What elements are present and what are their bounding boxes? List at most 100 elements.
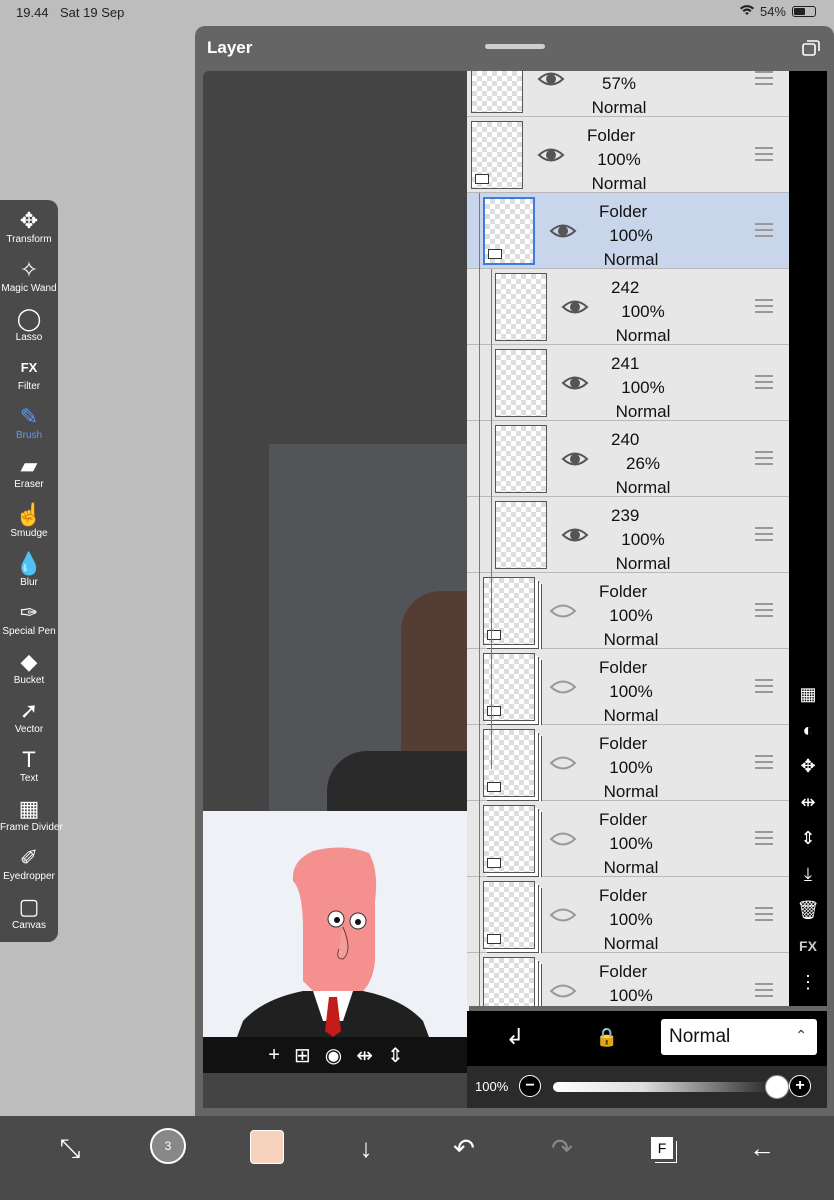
redo-icon[interactable]: ↷: [542, 1128, 582, 1168]
canvas-view[interactable]: + ⊞ ◉ ⇹ ⇕: [203, 71, 469, 1108]
drag-handle-icon[interactable]: [755, 223, 773, 237]
layer-row[interactable]: 239 100% Normal: [467, 497, 789, 573]
drag-handle-icon[interactable]: [755, 375, 773, 389]
tool-filter[interactable]: FX Filter: [0, 353, 58, 401]
drag-handle-icon[interactable]: [755, 527, 773, 541]
layers-icon[interactable]: F: [642, 1128, 682, 1168]
layer-thumbnail: [471, 71, 523, 113]
drag-handle-icon[interactable]: [755, 299, 773, 313]
move-icon[interactable]: ✥: [793, 751, 823, 781]
invert-icon[interactable]: ◐: [793, 715, 823, 745]
eye-hidden-icon[interactable]: [549, 901, 577, 929]
blend-mode-select[interactable]: Normal ⌃: [661, 1019, 817, 1055]
opacity-slider[interactable]: [553, 1082, 777, 1092]
tool-frame-divider[interactable]: ▦ Frame Divider: [0, 794, 63, 842]
layer-row[interactable]: Folder100%Normal: [467, 193, 789, 269]
eye-icon[interactable]: [549, 217, 577, 245]
layer-list[interactable]: 57% Normal Folder 100% Normal Folder 100% Norma…: [467, 71, 789, 1006]
layer-row[interactable]: Folder100%Normal: [467, 953, 789, 1006]
layer-row[interactable]: Folder100%Normal: [467, 801, 789, 877]
eye-icon[interactable]: [561, 293, 589, 321]
trash-icon[interactable]: 🗑: [793, 895, 823, 925]
tool-text[interactable]: T Text: [0, 745, 58, 793]
opacity-slider-knob[interactable]: [765, 1075, 789, 1099]
fx-icon[interactable]: FX: [793, 931, 823, 961]
drag-handle-icon[interactable]: [755, 983, 773, 997]
add-folder-icon[interactable]: ⊞: [294, 1043, 311, 1068]
tool-eyedropper[interactable]: ✐ Eyedropper: [0, 843, 58, 891]
drag-handle-icon[interactable]: [755, 71, 773, 85]
drag-handle-icon[interactable]: [755, 679, 773, 693]
camera-icon[interactable]: ◉: [325, 1043, 342, 1068]
window-icon[interactable]: [802, 40, 820, 56]
layer-row[interactable]: 240 26% Normal: [467, 421, 789, 497]
color-swatch[interactable]: [250, 1130, 284, 1164]
eye-hidden-icon[interactable]: [549, 749, 577, 777]
alpha-lock-button[interactable]: 🔒: [595, 1025, 619, 1049]
eye-icon[interactable]: [561, 369, 589, 397]
folder-icon: [487, 782, 501, 792]
tool-vector[interactable]: ➚ Vector: [0, 696, 58, 744]
drag-handle-icon[interactable]: [755, 831, 773, 845]
drag-handle-icon[interactable]: [755, 147, 773, 161]
back-icon[interactable]: ←: [742, 1128, 782, 1168]
eye-icon[interactable]: [561, 445, 589, 473]
drag-handle-icon[interactable]: [755, 907, 773, 921]
download-icon[interactable]: ↓: [346, 1128, 386, 1168]
flip-horizontal-icon[interactable]: ⇹: [793, 787, 823, 817]
tool-lasso[interactable]: ◯ Lasso: [0, 304, 58, 352]
tool-special-pen[interactable]: ✑ Special Pen: [0, 598, 58, 646]
canvas-icon: ▢: [18, 894, 40, 919]
folder-icon: [475, 174, 489, 184]
layer-row[interactable]: Folder100%Normal: [467, 725, 789, 801]
lasso-icon: ◯: [16, 306, 42, 331]
layer-row[interactable]: Folder100%Normal: [467, 877, 789, 953]
bucket-icon: ◆: [20, 649, 38, 674]
eye-icon[interactable]: [561, 521, 589, 549]
layer-row[interactable]: Folder100%Normal: [467, 117, 789, 193]
clipping-button[interactable]: ↲: [503, 1025, 527, 1049]
flip-horizontal-icon[interactable]: ⇹: [356, 1043, 373, 1068]
eye-hidden-icon[interactable]: [549, 673, 577, 701]
navigator-preview[interactable]: + ⊞ ◉ ⇹ ⇕: [203, 811, 469, 1073]
flip-vertical-icon[interactable]: ⇕: [387, 1043, 404, 1068]
layer-row[interactable]: 242 100% Normal: [467, 269, 789, 345]
status-right: 54%: [739, 4, 816, 19]
merge-down-icon[interactable]: ⤓: [793, 859, 823, 889]
tool-blur[interactable]: 💧 Blur: [0, 549, 58, 597]
drag-handle-icon[interactable]: [755, 451, 773, 465]
flip-vertical-icon[interactable]: ⇕: [793, 823, 823, 853]
brush-size-indicator[interactable]: 3: [150, 1128, 186, 1164]
drag-handle-icon[interactable]: [755, 603, 773, 617]
eye-hidden-icon[interactable]: [549, 597, 577, 625]
tool-bucket[interactable]: ◆ Bucket: [0, 647, 58, 695]
tool-label: Blur: [20, 577, 38, 588]
layer-row[interactable]: Folder100%Normal: [467, 649, 789, 725]
checker-icon[interactable]: ▦: [793, 679, 823, 709]
layer-blend-mode: Normal: [603, 706, 659, 725]
eye-icon[interactable]: [537, 141, 565, 169]
tool-label: Text: [19, 773, 39, 784]
layer-row[interactable]: Folder100%Normal: [467, 573, 789, 649]
tool-transform[interactable]: ✥ Transform: [0, 206, 58, 254]
opacity-decrease-button[interactable]: −: [519, 1075, 541, 1097]
layer-panel: Layer + ⊞ ◉ ⇹ ⇕ 57% Normal Folder 100% Normal Fol…: [195, 26, 834, 1116]
add-layer-icon[interactable]: +: [268, 1044, 280, 1067]
eye-icon[interactable]: [537, 71, 565, 93]
eye-hidden-icon[interactable]: [549, 825, 577, 853]
blend-mode-value: Normal: [669, 1026, 731, 1047]
drag-handle-icon[interactable]: [755, 755, 773, 769]
tool-smudge[interactable]: ☝ Smudge: [0, 500, 58, 548]
panel-grabber[interactable]: [485, 44, 545, 49]
tool-eraser[interactable]: ▰ Eraser: [0, 451, 58, 499]
opacity-increase-button[interactable]: +: [789, 1075, 811, 1097]
more-icon[interactable]: ⋮: [793, 967, 823, 997]
quick-action-icon[interactable]: ⤡: [50, 1128, 90, 1168]
tool-brush[interactable]: ✎ Brush: [0, 402, 58, 450]
tool-magic-wand[interactable]: ✧ Magic Wand: [0, 255, 58, 303]
layer-row[interactable]: 241 100% Normal: [467, 345, 789, 421]
tool-canvas[interactable]: ▢ Canvas: [0, 892, 58, 940]
eye-hidden-icon[interactable]: [549, 977, 577, 1005]
layer-row[interactable]: 57% Normal: [467, 71, 789, 117]
undo-icon[interactable]: ↶: [444, 1128, 484, 1168]
